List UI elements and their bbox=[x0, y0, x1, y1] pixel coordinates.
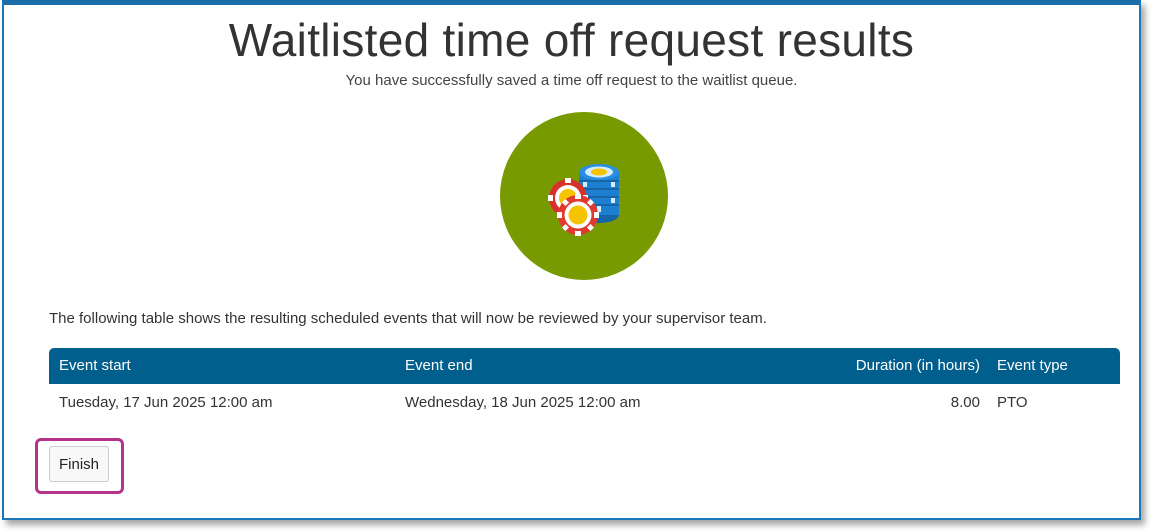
cell-event-start: Tuesday, 17 Jun 2025 12:00 am bbox=[59, 394, 273, 411]
illustration-circle bbox=[500, 112, 668, 280]
page-subtitle: You have successfully saved a time off r… bbox=[345, 72, 798, 89]
cell-event-type: PTO bbox=[997, 394, 1028, 411]
header-event-start: Event start bbox=[59, 357, 131, 374]
scheduled-events-table: Event start Event end Duration (in hours… bbox=[49, 348, 1120, 422]
finish-button[interactable]: Finish bbox=[49, 446, 109, 482]
results-dialog: Waitlisted time off request results You … bbox=[2, 0, 1141, 520]
table-intro-text: The following table shows the resulting … bbox=[49, 310, 767, 327]
cell-duration: 8.00 bbox=[950, 394, 980, 411]
header-duration: Duration (in hours) bbox=[855, 357, 980, 374]
table-row: Tuesday, 17 Jun 2025 12:00 am Wednesday,… bbox=[49, 384, 1120, 422]
cell-event-end: Wednesday, 18 Jun 2025 12:00 am bbox=[405, 394, 641, 411]
header-event-end: Event end bbox=[405, 357, 473, 374]
table-header: Event start Event end Duration (in hours… bbox=[49, 348, 1120, 384]
poker-chips-icon bbox=[548, 164, 619, 236]
page-title: Waitlisted time off request results bbox=[228, 14, 915, 66]
header-event-type: Event type bbox=[997, 357, 1068, 374]
